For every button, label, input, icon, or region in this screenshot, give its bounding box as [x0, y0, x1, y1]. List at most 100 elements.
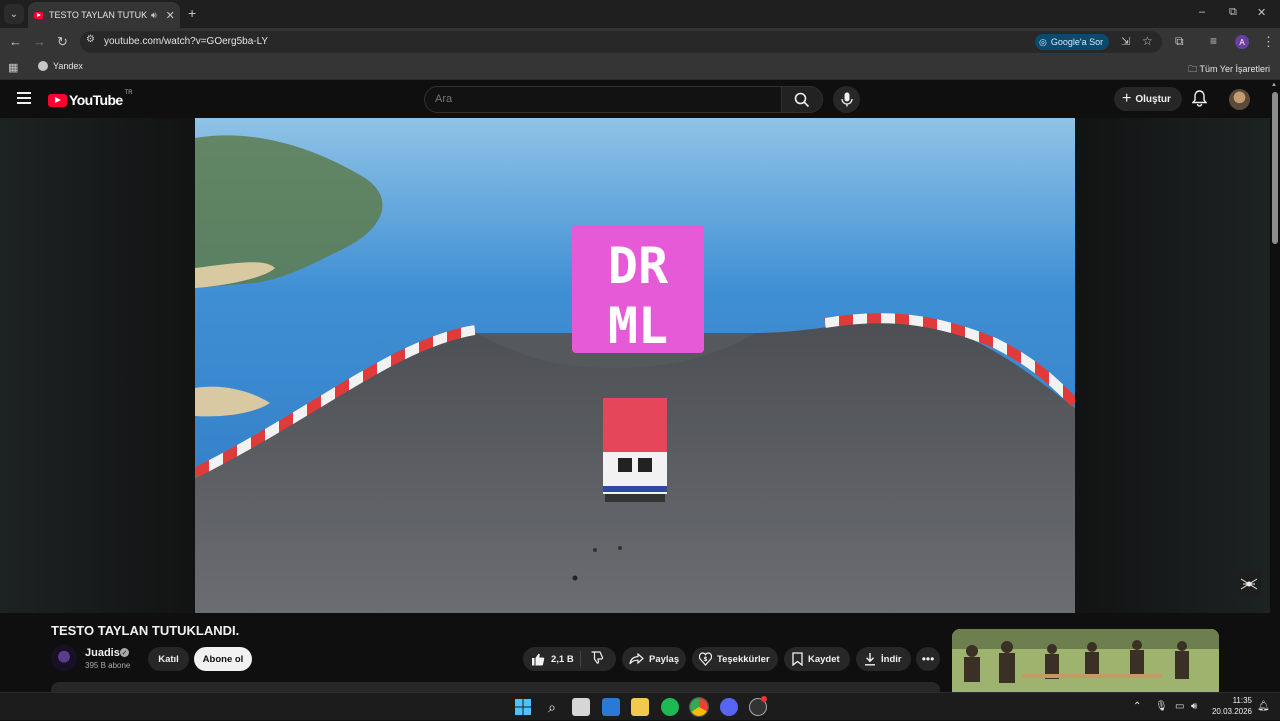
url-text: youtube.com/watch?v=GOerg5ba-LY [104, 36, 269, 47]
video-frame: DR ML [195, 118, 1075, 613]
chrome-menu-icon[interactable]: ⋮ [1262, 34, 1275, 50]
notification-badge [761, 696, 767, 702]
browser-toolbar: ← → ↻ ⚙ youtube.com/watch?v=GOerg5ba-LY … [0, 28, 1280, 56]
windows-start-icon[interactable] [514, 698, 532, 716]
spotify-icon[interactable] [661, 698, 679, 716]
profile-avatar[interactable]: A [1235, 35, 1249, 49]
subscribe-button[interactable]: Abone ol [194, 647, 252, 671]
tab-audio-icon[interactable]: 🔊︎ [151, 10, 157, 21]
download-icon [865, 653, 875, 666]
bookmarks-bar: ▦ Yandex 🗀︎ Tüm Yer İşaretleri [0, 56, 1280, 80]
hamburger-menu-icon[interactable] [17, 92, 31, 104]
bookmark-star-icon[interactable]: ☆ [1142, 34, 1153, 48]
like-dislike-group: 2,1 B [523, 647, 616, 671]
like-count: 2,1 B [551, 653, 574, 665]
dislike-button[interactable] [590, 651, 604, 667]
user-avatar[interactable] [1229, 89, 1250, 110]
video-title: TESTO TAYLAN TUTUKLANDI. [51, 623, 240, 638]
google-sor-button[interactable]: ◎ Google'a Sor [1035, 34, 1110, 50]
folder-icon: 🗀︎ [1188, 64, 1200, 74]
youtube-header: YouTube TR +Oluştur [0, 80, 1280, 118]
youtube-logo[interactable]: YouTube TR [48, 90, 133, 108]
page-scrollbar-thumb[interactable] [1272, 92, 1278, 244]
discord-icon[interactable] [720, 698, 738, 716]
reading-list-icon[interactable]: ≡ [1210, 34, 1217, 48]
tab-close-icon[interactable]: ✕ [166, 9, 175, 22]
share-label: Paylaş [649, 653, 680, 665]
create-button[interactable]: + Oluştur [1114, 87, 1182, 111]
tray-clock[interactable]: 11:35 20.03.2026 [1210, 695, 1252, 717]
tray-time: 11:35 [1232, 696, 1252, 705]
video-player[interactable]: DR ML [195, 118, 1075, 613]
window-close-button[interactable]: ✕ [1257, 6, 1266, 19]
search-box[interactable] [424, 86, 782, 113]
apps-grid-icon[interactable]: ▦ [8, 61, 18, 74]
join-button[interactable]: Katıl [148, 647, 189, 671]
youtube-play-icon [48, 93, 67, 107]
all-bookmarks-label: Tüm Yer İşaretleri [1199, 64, 1270, 74]
search-input[interactable] [435, 93, 577, 105]
address-bar[interactable]: ⚙ youtube.com/watch?v=GOerg5ba-LY ◎ Goog… [80, 31, 1162, 53]
reload-icon[interactable]: ↻ [57, 34, 68, 50]
tray-microphone-icon[interactable]: 🎙︎ [1155, 701, 1168, 712]
tab-title: TESTO TAYLAN TUTUKLANDI. [49, 10, 147, 20]
search-icon [794, 92, 810, 107]
back-arrow-icon[interactable]: ← [9, 34, 22, 49]
save-label: Kaydet [808, 653, 840, 665]
all-bookmarks-folder[interactable]: 🗀︎ Tüm Yer İşaretleri [1188, 62, 1270, 78]
tab-search-chevron-icon[interactable]: ⌄ [4, 4, 24, 24]
thanks-label: Teşekkürler [717, 653, 770, 665]
channel-avatar[interactable] [51, 645, 77, 671]
youtube-wordmark: YouTube [69, 92, 123, 108]
download-label: İndir [881, 653, 902, 665]
share-button[interactable]: Paylaş [622, 647, 686, 671]
thumbnail-image [952, 629, 1219, 692]
browser-tab-active[interactable]: TESTO TAYLAN TUTUKLANDI. 🔊︎ ✕ [28, 2, 180, 28]
bookmark-yandex-label: Yandex [53, 61, 83, 71]
country-code: TR [124, 90, 133, 96]
like-button[interactable]: 2,1 B [523, 651, 581, 667]
google-sor-label: Google'a Sor [1050, 37, 1104, 47]
microphone-icon [840, 92, 853, 107]
window-minimize-button[interactable]: – [1199, 6, 1205, 18]
recommended-video-thumbnail[interactable] [952, 629, 1219, 692]
svg-text:$: $ [703, 656, 707, 663]
tray-volume-icon[interactable]: 🔊︎ [1191, 701, 1197, 712]
channel-name[interactable]: Juadis [85, 647, 120, 659]
description-box[interactable] [51, 682, 940, 692]
tray-display-icon[interactable]: ▭ [1175, 701, 1184, 712]
thumbs-up-icon [532, 653, 545, 665]
video-sign-line-1: DR [608, 237, 669, 295]
more-actions-button[interactable]: ••• [916, 647, 940, 671]
notification-center-icon[interactable]: 🔔︎ [1257, 701, 1270, 712]
thanks-button[interactable]: $ Teşekkürler [692, 647, 778, 671]
tray-date: 20.03.2026 [1211, 707, 1252, 716]
microsoft-store-icon[interactable] [572, 698, 590, 716]
forward-arrow-icon[interactable]: → [33, 34, 46, 49]
tray-overflow-chevron-icon[interactable]: ⌃ [1133, 701, 1141, 712]
verified-check-icon: ✓ [120, 648, 129, 657]
globe-icon [38, 61, 48, 71]
notifications-bell-icon[interactable] [1191, 90, 1208, 112]
site-info-icon[interactable]: ⚙ [86, 34, 95, 45]
floating-spider-icon[interactable] [1236, 571, 1261, 596]
save-button[interactable]: Kaydet [784, 647, 850, 671]
bookmark-yandex[interactable]: Yandex [38, 61, 83, 71]
heart-dollar-icon: $ [699, 652, 712, 666]
create-label: Oluştur [1135, 93, 1171, 105]
search-button[interactable] [781, 86, 823, 113]
mail-icon[interactable] [602, 698, 620, 716]
extensions-icon[interactable]: ⧉ [1175, 34, 1184, 49]
taskbar-search-icon[interactable]: ⌕ [543, 698, 561, 716]
youtube-favicon-icon [34, 11, 43, 19]
window-restore-button[interactable]: ⧉ [1229, 6, 1237, 19]
file-explorer-icon[interactable] [631, 698, 649, 716]
voice-search-button[interactable] [833, 86, 860, 113]
new-tab-button[interactable]: + [188, 5, 196, 21]
chrome-icon[interactable] [689, 697, 709, 717]
scroll-up-arrow-icon[interactable]: ▲ [1271, 82, 1277, 88]
install-app-icon[interactable]: ⇲ [1121, 35, 1130, 48]
browser-tab-strip: ⌄ TESTO TAYLAN TUTUKLANDI. 🔊︎ ✕ + – ⧉ ✕ [0, 0, 1280, 28]
download-button[interactable]: İndir [856, 647, 911, 671]
lens-icon: ◎ [1039, 36, 1047, 47]
